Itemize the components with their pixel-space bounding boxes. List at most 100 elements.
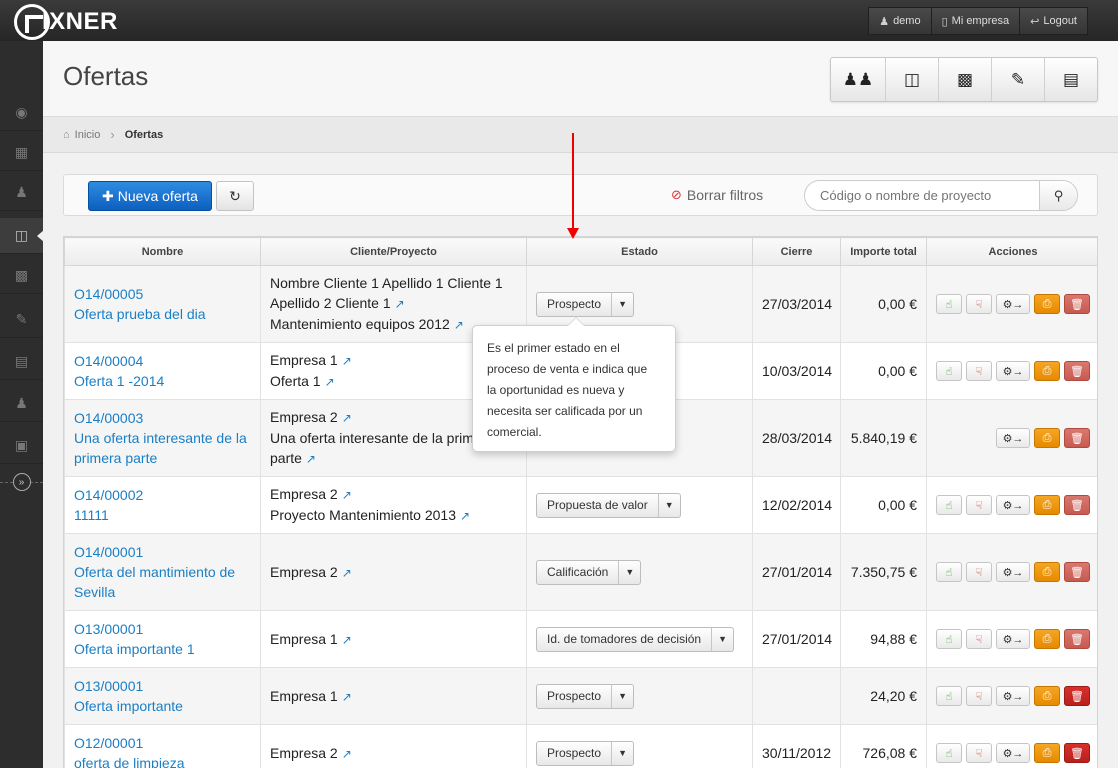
contacts-button[interactable]: ▤ [1044,58,1097,101]
sidebar-item-contacts[interactable]: ▤ [0,344,43,380]
state-dropdown[interactable]: Prospecto ▼ [536,291,635,317]
external-link-icon[interactable]: ↗ [460,509,470,523]
sidebar-item-calendar[interactable]: ▦ [0,135,43,171]
external-link-icon[interactable]: ↗ [342,690,352,704]
trash-icon[interactable]: 🗑 [1064,686,1090,706]
sidebar-item-clients[interactable]: ♟ [0,175,43,211]
clients-button[interactable]: ♟♟ [831,58,885,101]
offer-name-link[interactable]: Oferta 1 -2014 [74,371,251,391]
external-link-icon[interactable]: ↗ [342,747,352,761]
state-dropdown[interactable]: Propuesta de valor ▼ [536,492,681,518]
search-input[interactable] [805,181,1039,210]
external-link-icon[interactable]: ↗ [342,566,352,580]
col-header-state[interactable]: Estado [526,237,753,266]
gear-icon[interactable]: ⚙→ [996,686,1030,706]
state-dropdown[interactable]: Calificación ▼ [536,559,642,585]
external-link-icon[interactable]: ↗ [342,633,352,647]
trash-icon[interactable]: 🗑 [1064,428,1090,448]
thumbs-up-icon[interactable]: ☝ [936,686,962,706]
gear-icon[interactable]: ⚙→ [996,495,1030,515]
trash-icon[interactable]: 🗑 [1064,294,1090,314]
thumbs-down-icon[interactable]: ☟ [966,629,992,649]
external-link-icon[interactable]: ↗ [306,452,316,466]
clear-filters-link[interactable]: ⊘ Borrar filtros [671,187,763,203]
print-icon[interactable]: ⎙ [1034,743,1060,763]
state-dropdown[interactable]: Prospecto ▼ [536,683,635,709]
external-link-icon[interactable]: ↗ [342,411,352,425]
sidebar-toggle[interactable]: » [0,470,43,494]
offer-code-link[interactable]: O14/00001 [74,542,251,562]
offer-name-link[interactable]: Una oferta interesante de la [74,428,251,448]
offers-button[interactable]: ◫ [885,58,938,101]
col-header-total[interactable]: Importe total [840,237,927,266]
offer-name-link[interactable]: Sevilla [74,582,251,602]
offer-code-link[interactable]: O13/00001 [74,619,251,639]
thumbs-up-icon[interactable]: ☝ [936,743,962,763]
print-icon[interactable]: ⎙ [1034,361,1060,381]
new-offer-button[interactable]: ✚ Nueva oferta [88,181,212,211]
external-link-icon[interactable]: ↗ [342,354,352,368]
sidebar-item-edit[interactable]: ✎ [0,302,43,338]
offer-name-link[interactable]: Oferta importante 1 [74,639,251,659]
offer-code-link[interactable]: O12/00001 [74,733,251,753]
gear-icon[interactable]: ⚙→ [996,361,1030,381]
thumbs-up-icon[interactable]: ☝ [936,629,962,649]
thumbs-up-icon[interactable]: ☝ [936,294,962,314]
thumbs-down-icon[interactable]: ☟ [966,361,992,381]
offer-code-link[interactable]: O14/00003 [74,408,251,428]
col-header-close[interactable]: Cierre [752,237,841,266]
thumbs-up-icon[interactable]: ☝ [936,562,962,582]
external-link-icon[interactable]: ↗ [454,318,464,332]
breadcrumb-home[interactable]: Inicio [75,129,101,141]
gear-icon[interactable]: ⚙→ [996,294,1030,314]
sidebar-item-projects[interactable]: ▩ [0,258,43,294]
thumbs-up-icon[interactable]: ☝ [936,495,962,515]
gear-icon[interactable]: ⚙→ [996,629,1030,649]
thumbs-down-icon[interactable]: ☟ [966,686,992,706]
gear-icon[interactable]: ⚙→ [996,562,1030,582]
col-header-name[interactable]: Nombre [64,237,261,266]
company-button[interactable]: ▯ Mi empresa [931,7,1021,35]
print-icon[interactable]: ⎙ [1034,495,1060,515]
gear-icon[interactable]: ⚙→ [996,743,1030,763]
external-link-icon[interactable]: ↗ [395,297,405,311]
thumbs-down-icon[interactable]: ☟ [966,743,992,763]
user-button[interactable]: ♟ demo [868,7,932,35]
external-link-icon[interactable]: ↗ [325,375,335,389]
trash-icon[interactable]: 🗑 [1064,743,1090,763]
trash-icon[interactable]: 🗑 [1064,562,1090,582]
sidebar-item-archive[interactable]: ▣ [0,428,43,464]
offer-code-link[interactable]: O14/00002 [74,485,251,505]
print-icon[interactable]: ⎙ [1034,562,1060,582]
print-icon[interactable]: ⎙ [1034,294,1060,314]
trash-icon[interactable]: 🗑 [1064,629,1090,649]
gear-icon[interactable]: ⚙→ [996,428,1030,448]
edit-button[interactable]: ✎ [991,58,1044,101]
thumbs-up-icon[interactable]: ☝ [936,361,962,381]
offer-code-link[interactable]: O13/00001 [74,676,251,696]
print-icon[interactable]: ⎙ [1034,686,1060,706]
thumbs-down-icon[interactable]: ☟ [966,495,992,515]
thumbs-down-icon[interactable]: ☟ [966,562,992,582]
external-link-icon[interactable]: ↗ [342,488,352,502]
offer-code-link[interactable]: O14/00004 [74,351,251,371]
print-icon[interactable]: ⎙ [1034,428,1060,448]
offer-name-link[interactable]: 11111 [74,505,251,525]
sidebar-item-dashboard[interactable]: ◉ [0,95,43,131]
state-dropdown[interactable]: Id. de tomadores de decisión ▼ [536,626,735,652]
offer-name-link[interactable]: primera parte [74,448,251,468]
offer-name-link[interactable]: oferta de limpieza [74,753,251,768]
search-button[interactable]: ⚲ [1039,181,1077,210]
offer-name-link[interactable]: Oferta prueba del dia [74,304,251,324]
col-header-client[interactable]: Cliente/Proyecto [260,237,527,266]
offer-name-link[interactable]: Oferta del mantimiento de [74,562,251,582]
sidebar-item-users[interactable]: ♟ [0,386,43,422]
offer-name-link[interactable]: Oferta importante [74,696,251,716]
state-dropdown[interactable]: Prospecto ▼ [536,740,635,766]
offer-code-link[interactable]: O14/00005 [74,284,251,304]
trash-icon[interactable]: 🗑 [1064,361,1090,381]
logout-button[interactable]: ↩ Logout [1020,7,1088,35]
refresh-button[interactable]: ↻ [216,181,254,211]
print-icon[interactable]: ⎙ [1034,629,1060,649]
projects-button[interactable]: ▩ [938,58,991,101]
